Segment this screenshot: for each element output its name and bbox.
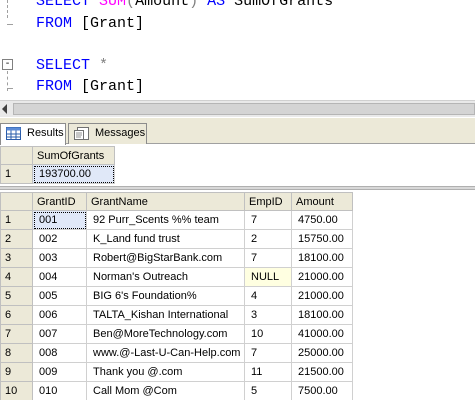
cell-grantname[interactable]: BIG 6's Foundation% (86, 286, 245, 306)
column-header-grantid[interactable]: GrantID (32, 192, 87, 211)
tab-messages[interactable]: Messages (68, 123, 147, 144)
grid-corner[interactable] (0, 192, 33, 211)
sql-line-1: SELECT SUM(Amount) AS SumOfGrants (36, 0, 334, 10)
row-number[interactable]: 5 (0, 286, 33, 306)
table-row[interactable]: 2 002 K_Land fund trust 2 15750.00 (0, 229, 353, 249)
cell-amount[interactable]: 7500.00 (291, 381, 353, 400)
collapse-icon[interactable]: - (2, 59, 13, 70)
grid-splitter[interactable] (0, 186, 475, 190)
tab-results[interactable]: Results (0, 123, 66, 145)
cell-amount[interactable]: 25000.00 (291, 343, 353, 363)
scroll-left-arrow-icon[interactable] (2, 104, 7, 114)
cell-grantid[interactable]: 006 (32, 305, 87, 325)
column-header-grantname[interactable]: GrantName (86, 192, 245, 211)
cell-amount[interactable]: 21500.00 (291, 362, 353, 382)
cell-amount[interactable]: 18100.00 (291, 248, 353, 268)
outline-guide (7, 0, 8, 18)
row-number[interactable]: 10 (0, 381, 33, 400)
tab-results-label: Results (27, 127, 64, 139)
scrollbar-thumb[interactable] (13, 103, 475, 115)
row-number[interactable]: 8 (0, 343, 33, 363)
cell-grantname[interactable]: 92 Purr_Scents %% team (86, 210, 245, 230)
sql-line-2: FROM [Grant] (36, 15, 145, 32)
table-row[interactable]: 3 003 Robert@BigStarBank.com 7 18100.00 (0, 248, 353, 268)
result-grid-1[interactable]: SumOfGrants 1 193700.00 (0, 146, 115, 184)
row-number[interactable]: 1 (0, 164, 33, 184)
row-number[interactable]: 1 (0, 210, 33, 230)
cell-grantname[interactable]: www.@-Last-U-Can-Help.com (86, 343, 245, 363)
cell-amount[interactable]: 18100.00 (291, 305, 353, 325)
table-row[interactable]: 5 005 BIG 6's Foundation% 4 21000.00 (0, 286, 353, 306)
column-header-amount[interactable]: Amount (291, 192, 353, 211)
table-row[interactable]: 7 007 Ben@MoreTechnology.com 10 41000.00 (0, 324, 353, 344)
sql-line-5: FROM [Grant] (36, 78, 145, 95)
cell-empid[interactable]: 7 (244, 248, 292, 268)
cell-grantid[interactable]: 007 (32, 324, 87, 344)
cell-grantname[interactable]: K_Land fund trust (86, 229, 245, 249)
column-header-empid[interactable]: EmpID (244, 192, 292, 211)
result-grid-2[interactable]: GrantID GrantName EmpID Amount 1 001 92 Pu… (0, 192, 353, 400)
cell-empid[interactable]: NULL (244, 267, 292, 287)
outline-guide (7, 88, 13, 89)
table-row[interactable]: 4 004 Norman's Outreach NULL 21000.00 (0, 267, 353, 287)
cell-grantid[interactable]: 010 (32, 381, 87, 400)
table-row[interactable]: 8 008 www.@-Last-U-Can-Help.com 7 25000.00 (0, 343, 353, 363)
outline-guide (7, 24, 13, 25)
cell-grantid[interactable]: 004 (32, 267, 87, 287)
row-number[interactable]: 6 (0, 305, 33, 325)
cell-empid[interactable]: 7 (244, 343, 292, 363)
table-row[interactable]: 9 009 Thank you @.com 11 21500.00 (0, 362, 353, 382)
row-number[interactable]: 3 (0, 248, 33, 268)
cell-empid[interactable]: 3 (244, 305, 292, 325)
cell-amount[interactable]: 15750.00 (291, 229, 353, 249)
table-row[interactable]: 6 006 TALTA_Kishan International 3 18100.00 (0, 305, 353, 325)
sql-line-4: SELECT * (36, 57, 109, 74)
cell-empid[interactable]: 7 (244, 210, 292, 230)
tab-messages-label: Messages (95, 127, 146, 139)
cell-grantname[interactable]: Ben@MoreTechnology.com (86, 324, 245, 344)
cell-grantid[interactable]: 008 (32, 343, 87, 363)
cell-grantname[interactable]: Robert@BigStarBank.com (86, 248, 245, 268)
cell-amount[interactable]: 41000.00 (291, 324, 353, 344)
results-tab-strip: Results Messages (0, 118, 475, 145)
cell-grantid[interactable]: 001 (32, 210, 87, 230)
cell-empid[interactable]: 4 (244, 286, 292, 306)
sql-editor[interactable]: - SELECT SUM(Amount) AS SumOfGrants FROM… (0, 0, 475, 100)
table-row[interactable]: 10 010 Call Mom @Com 5 7500.00 (0, 381, 353, 400)
cell-empid[interactable]: 11 (244, 362, 292, 382)
cell-grantname[interactable]: Call Mom @Com (86, 381, 245, 400)
row-number[interactable]: 4 (0, 267, 33, 287)
cell-grantid[interactable]: 005 (32, 286, 87, 306)
row-number[interactable]: 2 (0, 229, 33, 249)
cell-grantname[interactable]: TALTA_Kishan International (86, 305, 245, 325)
cell-grantid[interactable]: 002 (32, 229, 87, 249)
row-number[interactable]: 9 (0, 362, 33, 382)
cell-empid[interactable]: 2 (244, 229, 292, 249)
cell-sumofgrants[interactable]: 193700.00 (32, 164, 115, 184)
grid-icon (6, 127, 21, 140)
column-header-sumofgrants[interactable]: SumOfGrants (32, 146, 115, 165)
cell-empid[interactable]: 5 (244, 381, 292, 400)
cell-amount[interactable]: 21000.00 (291, 267, 353, 287)
row-number[interactable]: 7 (0, 324, 33, 344)
cell-amount[interactable]: 4750.00 (291, 210, 353, 230)
grid-corner[interactable] (0, 146, 33, 165)
horizontal-scrollbar[interactable] (0, 100, 475, 117)
table-row[interactable]: 1 001 92 Purr_Scents %% team 7 4750.00 (0, 210, 353, 230)
cell-grantid[interactable]: 003 (32, 248, 87, 268)
cell-grantname[interactable]: Norman's Outreach (86, 267, 245, 287)
cell-grantid[interactable]: 009 (32, 362, 87, 382)
cell-amount[interactable]: 21000.00 (291, 286, 353, 306)
cell-grantname[interactable]: Thank you @.com (86, 362, 245, 382)
cell-empid[interactable]: 10 (244, 324, 292, 344)
messages-icon (74, 127, 89, 140)
